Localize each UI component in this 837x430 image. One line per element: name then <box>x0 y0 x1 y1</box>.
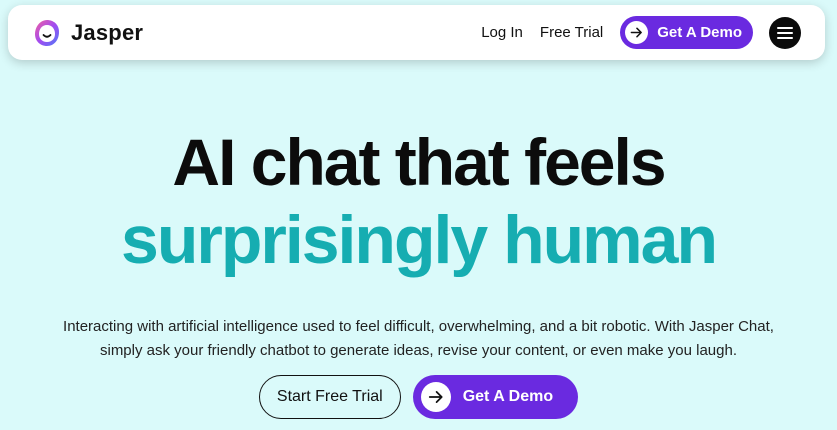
arrow-right-icon <box>625 21 649 44</box>
hero-headline: AI chat that feels <box>172 125 666 199</box>
hero-get-demo-button[interactable]: Get A Demo <box>412 375 579 419</box>
hero-section: AI chat that feels surprisingly human <box>0 120 837 276</box>
hero-get-demo-label: Get A Demo <box>462 388 554 405</box>
jasper-logo-icon <box>35 20 59 46</box>
top-navbar: Jasper Log In Free Trial Get A Demo <box>8 5 825 60</box>
arrow-right-icon <box>420 382 451 412</box>
hero-cta-group: Start Free Trial Get A Demo <box>0 375 837 419</box>
hamburger-menu-icon <box>777 26 793 39</box>
header-actions: Log In Free Trial Get A Demo <box>481 16 801 49</box>
get-demo-label: Get A Demo <box>657 24 742 41</box>
page: Jasper Log In Free Trial Get A Demo AI c… <box>0 0 837 430</box>
login-link[interactable]: Log In <box>481 24 523 41</box>
get-demo-button[interactable]: Get A Demo <box>620 16 753 49</box>
brand-logo-link[interactable]: Jasper <box>31 18 143 48</box>
menu-button[interactable] <box>769 16 801 49</box>
hero-headline-highlight: surprisingly human <box>121 202 718 278</box>
hero-description: Interacting with artificial intelligence… <box>63 318 774 359</box>
start-free-trial-button[interactable]: Start Free Trial <box>258 375 401 419</box>
free-trial-link[interactable]: Free Trial <box>540 24 603 41</box>
brand-name: Jasper <box>71 20 144 45</box>
